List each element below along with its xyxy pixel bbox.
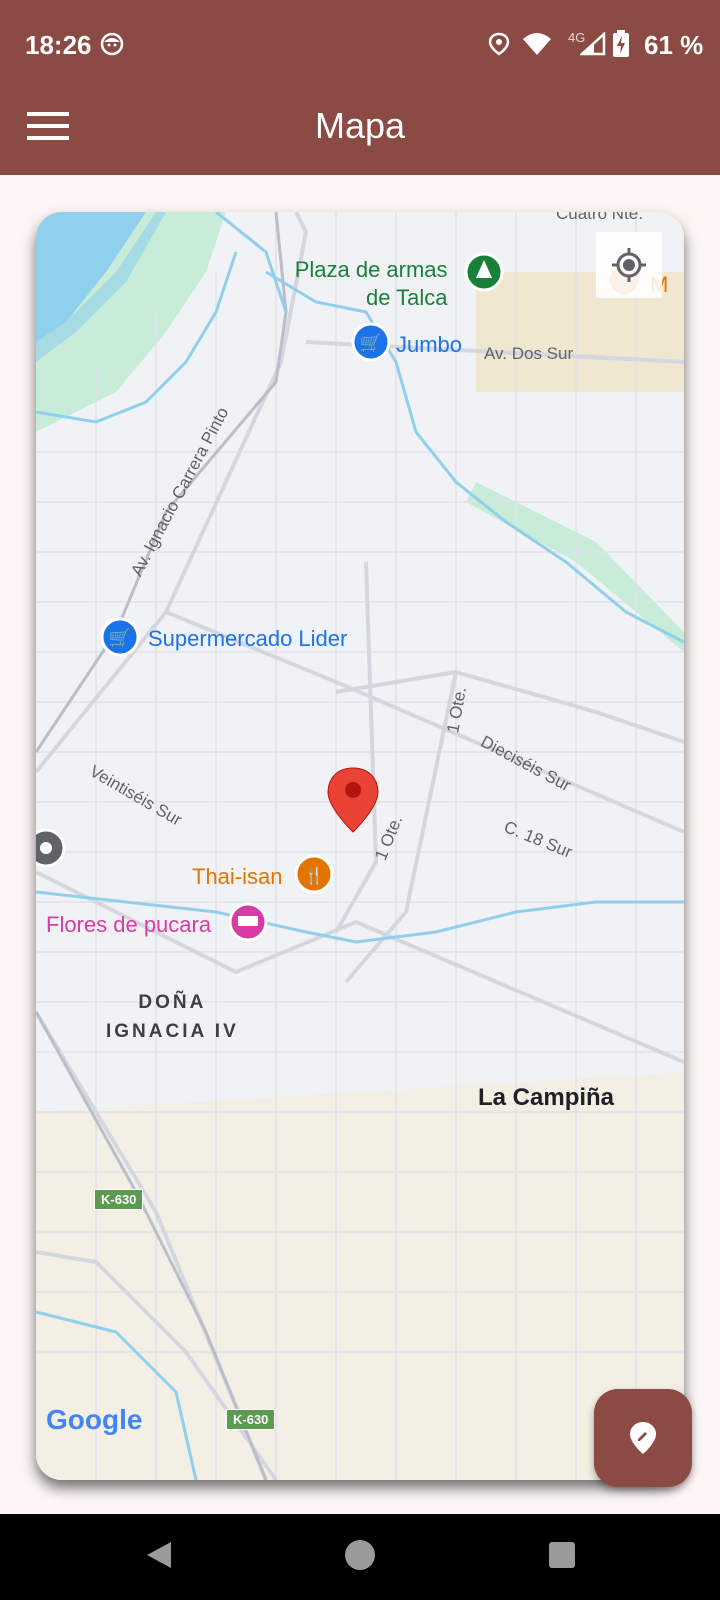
battery-charging-icon — [613, 30, 629, 57]
status-bar: 18:26 4G 61 % — [0, 0, 720, 88]
page-title: Mapa — [314, 105, 406, 146]
wifi-icon — [523, 33, 551, 55]
my-location-button[interactable] — [596, 232, 662, 298]
poi-label-lider[interactable]: Supermercado Lider — [148, 626, 347, 652]
poi-label-thai[interactable]: Thai-isan — [192, 864, 282, 890]
google-attribution: Google — [46, 1404, 143, 1435]
road-badge-k630-a: K-630 — [94, 1189, 144, 1210]
recents-icon[interactable] — [548, 1541, 576, 1569]
edit-location-icon — [630, 1422, 656, 1454]
svg-text:🛒: 🛒 — [360, 332, 382, 354]
location-status-icon — [488, 32, 510, 56]
battery-percent: 61 % — [644, 30, 704, 60]
back-icon[interactable] — [145, 1540, 173, 1570]
street-label-dos-sur: Av. Dos Sur — [484, 344, 574, 363]
svg-text:🍴: 🍴 — [304, 866, 324, 885]
poi-label-plaza[interactable]: Plaza de armas de Talca — [294, 256, 448, 312]
home-icon[interactable] — [344, 1539, 376, 1571]
system-nav-bar — [0, 1514, 720, 1600]
road-badge-k630-b: K-630 — [226, 1409, 276, 1430]
area-label-dona-ignacia: DOÑA IGNACIA IV — [106, 992, 239, 1042]
my-location-icon — [612, 248, 646, 282]
edit-location-fab[interactable] — [594, 1389, 692, 1487]
street-label-cuatro-nte: Cuatro Nte. — [556, 212, 643, 223]
map-view[interactable]: 🛒 🛒 🍴 Plaza de armas de Talca Jumbo Supe… — [36, 212, 684, 1480]
app-bar: Mapa — [0, 88, 720, 175]
map-canvas[interactable]: 🛒 🛒 🍴 — [36, 212, 684, 1480]
poi-label-jumbo[interactable]: Jumbo — [396, 332, 462, 358]
marker-flores — [228, 902, 268, 942]
marker-partial-left — [36, 828, 66, 868]
area-label-la-campina: La Campiña — [478, 1084, 615, 1111]
svg-text:🛒: 🛒 — [109, 627, 131, 649]
marker-jumbo: 🛒 — [351, 322, 391, 362]
poi-label-flores[interactable]: Flores de pucara — [46, 912, 211, 938]
marker-lider: 🛒 — [100, 617, 140, 657]
marker-plaza — [464, 252, 504, 292]
signal-icon — [580, 32, 606, 56]
notification-face-icon — [100, 32, 124, 56]
status-time: 18:26 — [25, 30, 92, 60]
marker-thai: 🍴 — [294, 854, 334, 894]
